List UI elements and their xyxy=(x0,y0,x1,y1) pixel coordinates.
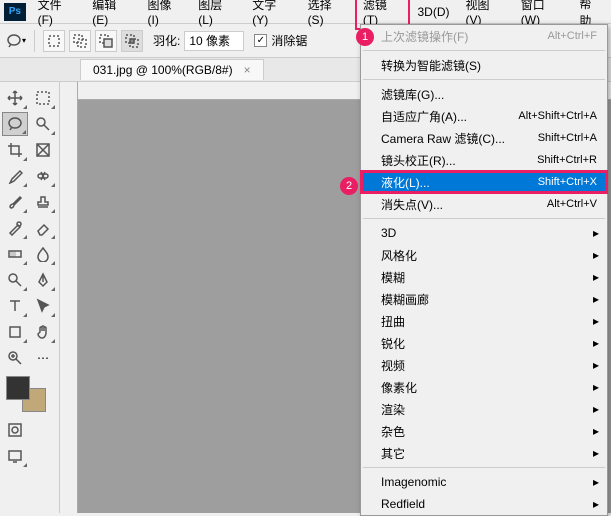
chevron-right-icon: ▸ xyxy=(593,226,599,240)
menu-pixelate-sub[interactable]: 像素化▸ xyxy=(361,376,607,398)
filter-menu-dropdown: 上次滤镜操作(F)Alt+Ctrl+F 转换为智能滤镜(S) 滤镜库(G)...… xyxy=(360,24,608,516)
eyedropper-tool[interactable] xyxy=(2,164,28,188)
menu-blur-gallery-sub[interactable]: 模糊画廊▸ xyxy=(361,288,607,310)
menu-liquify[interactable]: 液化(L)...Shift+Ctrl+X xyxy=(361,171,607,193)
marquee-tool[interactable] xyxy=(30,86,56,110)
menu-blur-sub[interactable]: 模糊▸ xyxy=(361,266,607,288)
menu-sharpen-sub[interactable]: 锐化▸ xyxy=(361,332,607,354)
dodge-tool[interactable] xyxy=(2,268,28,292)
stamp-tool[interactable] xyxy=(30,190,56,214)
menu-video-sub[interactable]: 视频▸ xyxy=(361,354,607,376)
shape-tool[interactable] xyxy=(2,320,28,344)
chevron-right-icon: ▸ xyxy=(593,248,599,262)
menu-noise-sub[interactable]: 杂色▸ xyxy=(361,420,607,442)
history-brush-tool[interactable] xyxy=(2,216,28,240)
menu-imagenomic[interactable]: Imagenomic▸ xyxy=(361,471,607,493)
menu-adaptive-wide[interactable]: 自适应广角(A)...Alt+Shift+Ctrl+A xyxy=(361,105,607,127)
menu-type[interactable]: 文字(Y) xyxy=(244,0,299,30)
foreground-swatch[interactable] xyxy=(6,376,30,400)
menu-convert-smart[interactable]: 转换为智能滤镜(S) xyxy=(361,54,607,76)
chevron-right-icon: ▸ xyxy=(593,497,599,511)
menubar: Ps 文件(F) 编辑(E) 图像(I) 图层(L) 文字(Y) 选择(S) 滤… xyxy=(0,0,611,24)
brush-tool[interactable] xyxy=(2,190,28,214)
frame-tool[interactable] xyxy=(30,138,56,162)
feather-input[interactable] xyxy=(184,31,244,51)
selection-intersect-button[interactable] xyxy=(121,30,143,52)
lasso-tool[interactable] xyxy=(2,112,28,136)
chevron-right-icon: ▸ xyxy=(593,270,599,284)
hand-tool[interactable] xyxy=(30,320,56,344)
move-tool[interactable] xyxy=(2,86,28,110)
check-icon xyxy=(254,34,267,47)
type-tool[interactable] xyxy=(2,294,28,318)
edit-toolbar[interactable]: ⋯ xyxy=(30,346,56,370)
chevron-right-icon: ▸ xyxy=(593,358,599,372)
menu-distort-sub[interactable]: 扭曲▸ xyxy=(361,310,607,332)
menu-layer[interactable]: 图层(L) xyxy=(190,0,244,30)
pen-tool[interactable] xyxy=(30,268,56,292)
menu-select[interactable]: 选择(S) xyxy=(300,0,355,30)
menu-stylize-sub[interactable]: 风格化▸ xyxy=(361,244,607,266)
screenmode-button[interactable] xyxy=(2,444,28,468)
current-tool-icon[interactable]: ▾ xyxy=(6,31,26,51)
document-tab[interactable]: 031.jpg @ 100%(RGB/8#) × xyxy=(80,59,264,80)
chevron-right-icon: ▸ xyxy=(593,314,599,328)
antialias-label: 消除锯 xyxy=(271,32,307,49)
zoom-tool[interactable] xyxy=(2,346,28,370)
menu-filter-gallery[interactable]: 滤镜库(G)... xyxy=(361,83,607,105)
selection-new-button[interactable] xyxy=(43,30,65,52)
heal-tool[interactable] xyxy=(30,164,56,188)
ruler-vertical[interactable] xyxy=(60,82,78,513)
menu-render-sub[interactable]: 渲染▸ xyxy=(361,398,607,420)
color-swatches[interactable] xyxy=(6,376,46,412)
chevron-right-icon: ▸ xyxy=(593,292,599,306)
menu-other-sub[interactable]: 其它▸ xyxy=(361,442,607,464)
antialias-checkbox[interactable]: 消除锯 xyxy=(254,32,307,49)
toolbox: ⋯ xyxy=(0,82,60,513)
chevron-right-icon: ▸ xyxy=(593,446,599,460)
chevron-right-icon: ▸ xyxy=(593,475,599,489)
close-icon[interactable]: × xyxy=(244,63,251,77)
annotation-marker-2: 2 xyxy=(340,177,358,195)
menu-lens-correction[interactable]: 镜头校正(R)...Shift+Ctrl+R xyxy=(361,149,607,171)
chevron-right-icon: ▸ xyxy=(593,402,599,416)
chevron-right-icon: ▸ xyxy=(593,424,599,438)
menu-3d-sub[interactable]: 3D▸ xyxy=(361,222,607,244)
eraser-tool[interactable] xyxy=(30,216,56,240)
gradient-tool[interactable] xyxy=(2,242,28,266)
app-icon: Ps xyxy=(4,3,26,21)
menu-vanishing-point[interactable]: 消失点(V)...Alt+Ctrl+V xyxy=(361,193,607,215)
chevron-right-icon: ▸ xyxy=(593,380,599,394)
selection-subtract-button[interactable] xyxy=(95,30,117,52)
quick-select-tool[interactable] xyxy=(30,112,56,136)
chevron-right-icon: ▸ xyxy=(593,336,599,350)
menu-3d[interactable]: 3D(D) xyxy=(410,2,458,22)
annotation-marker-1: 1 xyxy=(356,28,374,46)
quickmask-button[interactable] xyxy=(2,418,28,442)
tab-title: 031.jpg @ 100%(RGB/8#) xyxy=(93,63,233,77)
menu-file[interactable]: 文件(F) xyxy=(30,0,85,30)
menu-redfield[interactable]: Redfield▸ xyxy=(361,493,607,515)
path-select-tool[interactable] xyxy=(30,294,56,318)
selection-add-button[interactable] xyxy=(69,30,91,52)
menu-last-filter: 上次滤镜操作(F)Alt+Ctrl+F xyxy=(361,25,607,47)
menu-image[interactable]: 图像(I) xyxy=(140,0,191,30)
feather-label: 羽化: xyxy=(153,32,180,49)
menu-camera-raw[interactable]: Camera Raw 滤镜(C)...Shift+Ctrl+A xyxy=(361,127,607,149)
menu-edit[interactable]: 编辑(E) xyxy=(84,0,139,30)
crop-tool[interactable] xyxy=(2,138,28,162)
blur-tool[interactable] xyxy=(30,242,56,266)
